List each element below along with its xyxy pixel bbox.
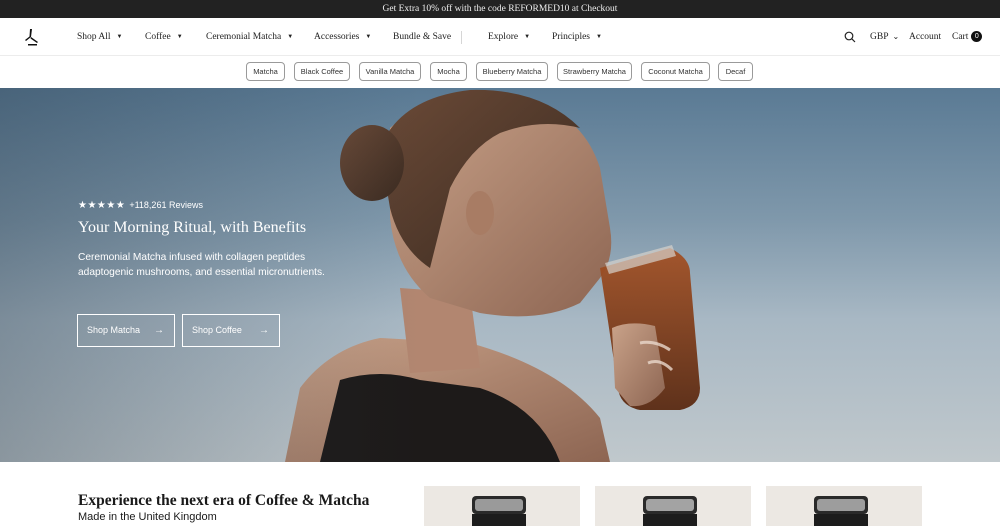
- product-card[interactable]: [766, 486, 922, 526]
- nav-coffee-label: Coffee: [145, 32, 171, 42]
- nav-bundle-save-label: Bundle & Save: [393, 32, 452, 42]
- chevron-down-icon: ▼: [365, 34, 372, 40]
- reviews-count: +118,261 Reviews: [129, 200, 203, 210]
- nav-principles[interactable]: Principles ▼: [552, 18, 602, 56]
- product-card[interactable]: [424, 486, 580, 526]
- nav-explore[interactable]: Explore ▼: [488, 18, 530, 56]
- chevron-down-icon: ▼: [287, 34, 294, 40]
- product-jar-image: [472, 496, 526, 526]
- chevron-down-icon: ▼: [116, 34, 123, 40]
- chevron-down-icon: ▼: [596, 34, 602, 40]
- main-navigation: Shop All ▼ Coffee ▼ Ceremonial Matcha ▼ Acc…: [0, 18, 1000, 56]
- nav-principles-label: Principles: [552, 32, 590, 42]
- rating-summary: ★★★★★ +118,261 Reviews: [78, 199, 203, 211]
- nav-shop-all-label: Shop All: [77, 32, 111, 42]
- chevron-down-icon: ▼: [176, 34, 183, 40]
- intro-section: Experience the next era of Coffee & Matc…: [0, 462, 1000, 526]
- cart-link[interactable]: Cart 0: [952, 18, 983, 56]
- chip-black-coffee[interactable]: Black Coffee: [294, 62, 350, 81]
- account-label: Account: [909, 32, 942, 42]
- chip-decaf[interactable]: Decaf: [718, 62, 753, 81]
- product-jar-image: [814, 496, 868, 526]
- nav-accessories-label: Accessories: [314, 32, 360, 42]
- nav-ceremonial-matcha[interactable]: Ceremonial Matcha ▼: [206, 18, 293, 56]
- currency-selector[interactable]: GBP ⌄: [870, 18, 899, 56]
- chevron-down-icon: ▼: [524, 34, 531, 40]
- shop-matcha-label: Shop Matcha: [87, 325, 141, 335]
- announcement-bar: Get Extra 10% off with the code REFORMED…: [0, 0, 1000, 18]
- arrow-right-icon: →: [154, 325, 164, 336]
- nav-bundle-save[interactable]: Bundle & Save: [393, 18, 451, 56]
- hero-banner: ★★★★★ +118,261 Reviews Your Morning Ritua…: [0, 88, 1000, 462]
- chip-mocha[interactable]: Mocha: [430, 62, 467, 81]
- shop-coffee-label: Shop Coffee: [192, 325, 242, 335]
- account-link[interactable]: Account: [909, 18, 941, 56]
- shop-matcha-button[interactable]: Shop Matcha →: [77, 314, 175, 347]
- flavor-filter-bar: Matcha Black Coffee Vanilla Matcha Mocha…: [0, 56, 1000, 88]
- announcement-text: Get Extra 10% off with the code REFORMED…: [382, 4, 618, 14]
- arrow-right-icon: →: [259, 325, 269, 336]
- nav-explore-label: Explore: [488, 32, 519, 42]
- brand-logo[interactable]: [24, 28, 40, 46]
- chip-matcha[interactable]: Matcha: [246, 62, 285, 81]
- hero-title: Your Morning Ritual, with Benefits: [78, 219, 307, 236]
- cart-label: Cart: [952, 32, 969, 42]
- product-jar-image: [643, 496, 697, 526]
- nav-ceremonial-matcha-label: Ceremonial Matcha: [206, 32, 282, 42]
- nav-divider: [461, 31, 462, 44]
- section-subtitle: Made in the United Kingdom: [78, 511, 217, 523]
- shop-coffee-button[interactable]: Shop Coffee →: [182, 314, 280, 347]
- section-title: Experience the next era of Coffee & Matc…: [78, 492, 370, 509]
- cart-count-badge: 0: [971, 31, 983, 42]
- search-icon[interactable]: [844, 31, 856, 43]
- chip-coconut-matcha[interactable]: Coconut Matcha: [641, 62, 710, 81]
- hero-description: Ceremonial Matcha infused with collagen …: [78, 252, 325, 279]
- currency-label: GBP: [870, 32, 889, 42]
- chip-blueberry-matcha[interactable]: Blueberry Matcha: [476, 62, 548, 81]
- product-card[interactable]: [595, 486, 751, 526]
- chevron-down-icon: ⌄: [892, 32, 900, 41]
- nav-coffee[interactable]: Coffee ▼: [145, 18, 183, 56]
- chip-strawberry-matcha[interactable]: Strawberry Matcha: [557, 62, 632, 81]
- nav-accessories[interactable]: Accessories ▼: [314, 18, 371, 56]
- star-rating-icon: ★★★★★: [78, 200, 126, 211]
- nav-shop-all[interactable]: Shop All ▼: [77, 18, 122, 56]
- chip-vanilla-matcha[interactable]: Vanilla Matcha: [359, 62, 421, 81]
